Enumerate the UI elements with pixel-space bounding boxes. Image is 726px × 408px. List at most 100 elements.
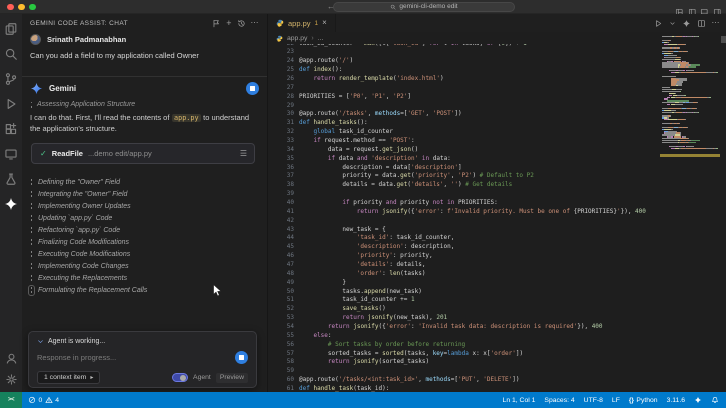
code-line[interactable]: def index():	[299, 66, 660, 75]
code-line[interactable]: 'task_id': task_id_counter,	[299, 234, 660, 243]
line-number[interactable]: 26	[268, 75, 294, 84]
line-number[interactable]: 36	[268, 164, 294, 173]
tool-output-icon[interactable]: ☰	[240, 150, 246, 157]
code-line[interactable]: save_tasks()	[299, 305, 660, 314]
status-item-bell[interactable]	[711, 396, 719, 404]
status-item-lf[interactable]: LF	[612, 397, 620, 404]
line-number[interactable]: 54	[268, 323, 294, 332]
line-number[interactable]: 59	[268, 367, 294, 376]
line-number[interactable]: 34	[268, 146, 294, 155]
status-item-3-11-6[interactable]: 3.11.6	[667, 397, 685, 404]
agent-mode-toggle[interactable]	[172, 373, 188, 382]
activity-item-account[interactable]	[5, 352, 18, 365]
code-line[interactable]: def handle_task(task_id):	[299, 385, 660, 392]
activity-item-live-preview[interactable]	[4, 147, 18, 161]
code-line[interactable]: # Sort tasks by order before returning	[299, 341, 660, 350]
split-editor-icon[interactable]	[697, 19, 706, 28]
code-line[interactable]: task_id_counter += 1	[299, 296, 660, 305]
code-line[interactable]: details = data.get('details', '') # Get …	[299, 181, 660, 190]
code-line[interactable]: if priority and priority not in PRIORITI…	[299, 199, 660, 208]
line-number[interactable]: 50	[268, 288, 294, 297]
new-chat-icon[interactable]: +	[226, 19, 231, 27]
code-line[interactable]: def handle_tasks():	[299, 119, 660, 128]
zoom-window-button[interactable]	[29, 4, 36, 11]
line-number[interactable]: 35	[268, 155, 294, 164]
context-items-button[interactable]: 1 context item ▸	[37, 371, 100, 384]
code-line[interactable]	[299, 84, 660, 93]
line-number[interactable]: 44	[268, 234, 294, 243]
stop-generation-button[interactable]	[235, 351, 248, 364]
line-number[interactable]: 29	[268, 102, 294, 111]
code-line[interactable]: 'description': description,	[299, 243, 660, 252]
stop-response-button[interactable]	[246, 82, 259, 95]
minimap[interactable]	[662, 36, 718, 149]
status-item-ln-1-col-1[interactable]: Ln 1, Col 1	[503, 397, 536, 404]
activity-item-run-debug[interactable]	[4, 97, 18, 111]
line-number[interactable]: 41	[268, 208, 294, 217]
chat-input[interactable]: Response in progress...	[37, 351, 248, 364]
code-line[interactable]: if data and 'description' in data:	[299, 155, 660, 164]
line-number[interactable]: 46	[268, 252, 294, 261]
code-line[interactable]: return render_template('index.html')	[299, 75, 660, 84]
line-number[interactable]: 57	[268, 350, 294, 359]
status-item-python[interactable]: {}Python	[629, 397, 658, 404]
editor-more-actions-icon[interactable]: ⋯	[712, 20, 721, 26]
status-item-star[interactable]	[694, 396, 702, 404]
activity-item-testing[interactable]	[4, 172, 18, 186]
problems-indicator[interactable]: 0 4	[22, 396, 59, 404]
close-tab-icon[interactable]: ×	[322, 19, 327, 27]
code-line[interactable]	[299, 190, 660, 199]
code-line[interactable]: @app.route('/tasks', methods=['GET', 'PO…	[299, 110, 660, 119]
share-icon[interactable]	[212, 19, 221, 28]
code-line[interactable]: else:	[299, 332, 660, 341]
breadcrumb-more[interactable]: ...	[318, 35, 324, 42]
code-line[interactable]: 'details': details,	[299, 261, 660, 270]
line-number[interactable]: 27	[268, 84, 294, 93]
line-number[interactable]: 30	[268, 110, 294, 119]
file-chip[interactable]: app.py	[172, 114, 202, 122]
activity-item-settings[interactable]	[5, 373, 18, 386]
code-line[interactable]: new_task = {	[299, 226, 660, 235]
line-number[interactable]: 38	[268, 181, 294, 190]
line-number[interactable]: 55	[268, 332, 294, 341]
gutter[interactable]: 2223242526272829303132333435363738394041…	[268, 40, 294, 393]
line-number[interactable]: 53	[268, 314, 294, 323]
line-number[interactable]: 45	[268, 243, 294, 252]
line-number[interactable]: 48	[268, 270, 294, 279]
activity-item-source-control[interactable]	[4, 72, 18, 86]
tool-call-card[interactable]: ✓ ReadFile ...demo edit/app.py ☰	[31, 143, 255, 164]
line-number[interactable]: 51	[268, 296, 294, 305]
line-number[interactable]: 42	[268, 217, 294, 226]
line-number[interactable]: 61	[268, 385, 294, 392]
gemini-action-icon[interactable]	[682, 19, 691, 28]
code-line[interactable]: return jsonify({'error': f'Invalid prior…	[299, 208, 660, 217]
code-line[interactable]: if request.method == 'POST':	[299, 137, 660, 146]
code-line[interactable]: tasks.append(new_task)	[299, 288, 660, 297]
tab-app-py[interactable]: app.py 1 ×	[268, 14, 336, 32]
line-number[interactable]: 25	[268, 66, 294, 75]
status-item-spaces-4[interactable]: Spaces: 4	[544, 397, 574, 404]
line-number[interactable]: 58	[268, 358, 294, 367]
remote-indicator[interactable]: ><	[0, 392, 22, 408]
code-line[interactable]: global task_id_counter	[299, 128, 660, 137]
minimize-window-button[interactable]	[18, 4, 25, 11]
line-number[interactable]: 37	[268, 172, 294, 181]
editor-body[interactable]: app.py › ... 222324252627282930313233343…	[268, 32, 726, 392]
more-actions-icon[interactable]: ⋯	[251, 20, 260, 26]
run-python-icon[interactable]	[654, 19, 663, 28]
code-line[interactable]: 'order': len(tasks)	[299, 270, 660, 279]
code-line[interactable]: data = request.get_json()	[299, 146, 660, 155]
activity-item-extensions[interactable]	[4, 122, 18, 136]
line-number[interactable]: 39	[268, 190, 294, 199]
code-line[interactable]: description = data['description']	[299, 164, 660, 173]
status-item-utf-8[interactable]: UTF-8	[584, 397, 603, 404]
code-line[interactable]: return jsonify(sorted_tasks)	[299, 358, 660, 367]
code-line[interactable]: return jsonify({'error': 'Invalid task d…	[299, 323, 660, 332]
code-line[interactable]: }	[299, 279, 660, 288]
code-line[interactable]: priority = data.get('priority', 'P2') # …	[299, 172, 660, 181]
line-number[interactable]: 32	[268, 128, 294, 137]
code-line[interactable]: sorted_tasks = sorted(tasks, key=lambda …	[299, 350, 660, 359]
line-number[interactable]: 40	[268, 199, 294, 208]
code-line[interactable]: PRIORITIES = ['P0', 'P1', 'P2']	[299, 93, 660, 102]
line-number[interactable]: 33	[268, 137, 294, 146]
